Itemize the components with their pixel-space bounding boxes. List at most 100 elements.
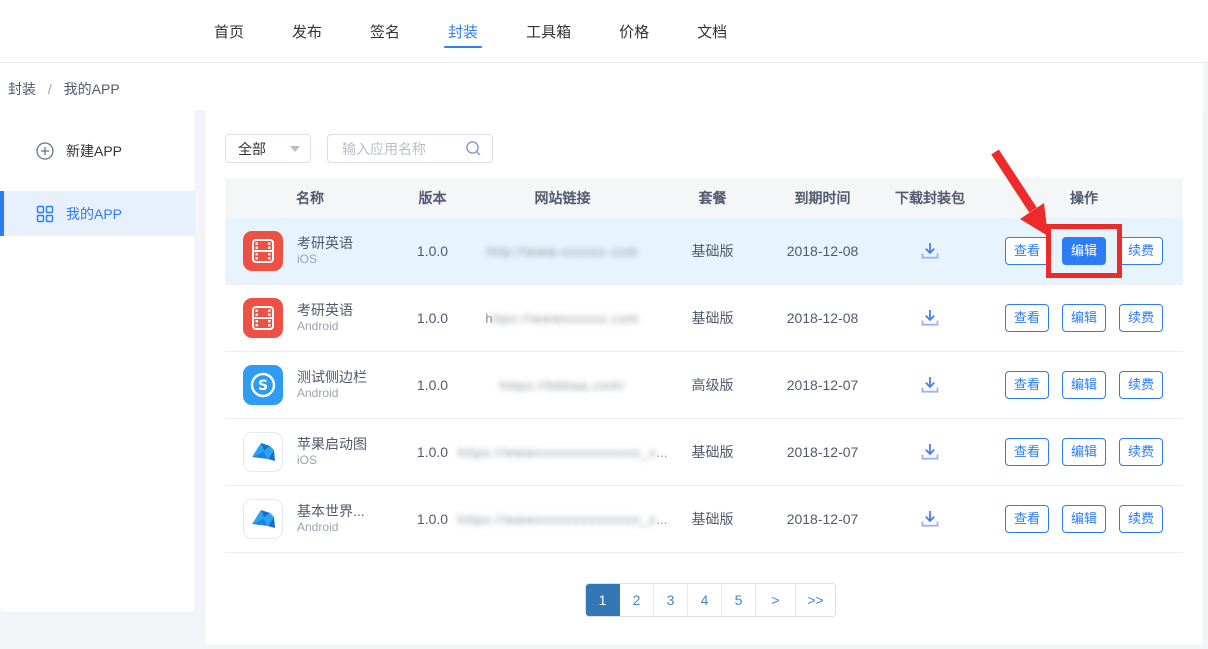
breadcrumb-parent[interactable]: 封装 — [8, 81, 36, 97]
nav-tabs: 首页发布签名封装工具箱价格文档 — [198, 0, 759, 62]
app-icon — [243, 298, 283, 338]
download-icon[interactable] — [919, 374, 941, 396]
action-button[interactable]: 编辑 — [1062, 438, 1106, 466]
column-header: 套餐 — [655, 188, 770, 208]
sidebar: 新建APP 我的APP — [0, 110, 195, 612]
action-button[interactable]: 编辑 — [1062, 371, 1106, 399]
app-icon — [243, 432, 283, 472]
download-icon[interactable] — [919, 441, 941, 463]
action-button[interactable]: 续费 — [1119, 505, 1163, 533]
table-row: 考研英语 iOS 1.0.0 http://www.xxxxxx.com 基础版… — [225, 218, 1183, 285]
app-name: 考研英语 — [297, 301, 353, 319]
nav-tab[interactable]: 文档 — [681, 0, 743, 62]
nav-tab[interactable]: 封装 — [432, 0, 494, 62]
expire-date: 2018-12-07 — [770, 377, 875, 393]
app-name: 测试侧边栏 — [297, 368, 367, 386]
grid-icon — [36, 205, 54, 223]
sidebar-item-label: 我的APP — [66, 204, 122, 224]
app-platform: Android — [297, 520, 365, 536]
nav-tab[interactable]: 首页 — [198, 0, 260, 62]
app-version: 1.0.0 — [395, 310, 470, 326]
table-header: 名称版本网站链接套餐到期时间下载封装包操作 — [225, 178, 1183, 218]
breadcrumb-bar: 封装 / 我的APP — [0, 63, 1203, 110]
expire-date: 2018-12-08 — [770, 243, 875, 259]
page-button[interactable]: 5 — [722, 584, 756, 616]
app-icon — [243, 499, 283, 539]
app-name: 苹果启动图 — [297, 435, 367, 453]
expire-date: 2018-12-08 — [770, 310, 875, 326]
action-button[interactable]: 查看 — [1005, 505, 1049, 533]
page-button[interactable]: 2 — [620, 584, 654, 616]
sidebar-item-new-app[interactable]: 新建APP — [0, 128, 195, 173]
breadcrumb-current: 我的APP — [64, 81, 120, 97]
search-icon[interactable] — [465, 140, 482, 157]
main-panel: 全部 名称版本网站链接套餐到期时间下载封装包操作 考研英语 iOS 1.0.0 … — [205, 110, 1203, 645]
table-body: 考研英语 iOS 1.0.0 http://www.xxxxxx.com 基础版… — [225, 218, 1183, 553]
breadcrumb-separator: / — [48, 81, 52, 97]
nav-tab[interactable]: 发布 — [276, 0, 338, 62]
download-icon[interactable] — [919, 508, 941, 530]
expire-date: 2018-12-07 — [770, 444, 875, 460]
app-icon — [243, 231, 283, 271]
download-icon[interactable] — [919, 240, 941, 262]
table-row: S 测试侧边栏 Android 1.0.0 https://bbbaa.com/… — [225, 352, 1183, 419]
actions-cell: 查看编辑续费 — [1005, 237, 1163, 265]
table-row: 考研英语 Android 1.0.0 https://wwwxxxxxx.com… — [225, 285, 1183, 352]
table-row: 苹果启动图 iOS 1.0.0 https://wwwxxxxxxxxxxxxx… — [225, 419, 1183, 486]
action-button[interactable]: 续费 — [1119, 371, 1163, 399]
app-name: 考研英语 — [297, 234, 353, 252]
action-button[interactable]: 续费 — [1119, 438, 1163, 466]
actions-cell: 查看编辑续费 — [1005, 505, 1163, 533]
plan-badge: 基础版 — [655, 308, 770, 328]
filter-select-value: 全部 — [238, 139, 266, 159]
next-page-button[interactable]: > — [756, 584, 796, 616]
action-button[interactable]: 查看 — [1005, 371, 1049, 399]
column-header: 版本 — [395, 188, 470, 208]
action-button[interactable]: 查看 — [1005, 304, 1049, 332]
sidebar-item-label: 新建APP — [66, 141, 122, 161]
plus-circle-icon — [36, 142, 54, 160]
column-header: 操作 — [985, 188, 1183, 208]
app-platform: Android — [297, 319, 353, 335]
chevron-down-icon — [290, 146, 300, 152]
app-platform: iOS — [297, 453, 367, 469]
action-button[interactable]: 续费 — [1119, 237, 1163, 265]
page-button[interactable]: 1 — [586, 584, 620, 616]
breadcrumb: 封装 / 我的APP — [8, 79, 120, 99]
action-button[interactable]: 编辑 — [1062, 505, 1106, 533]
column-header: 名称 — [225, 188, 395, 208]
app-platform: iOS — [297, 252, 353, 268]
nav-tab[interactable]: 价格 — [603, 0, 665, 62]
sidebar-item-my-app[interactable]: 我的APP — [0, 191, 195, 236]
page-button[interactable]: 3 — [654, 584, 688, 616]
svg-text:S: S — [258, 378, 268, 394]
last-page-button[interactable]: >> — [796, 584, 835, 616]
nav-tab[interactable]: 签名 — [354, 0, 416, 62]
action-button[interactable]: 编辑 — [1062, 237, 1106, 265]
actions-cell: 查看编辑续费 — [1005, 371, 1163, 399]
top-navbar: 首页发布签名封装工具箱价格文档 — [0, 0, 1208, 63]
search-box — [327, 134, 493, 163]
nav-tab[interactable]: 工具箱 — [510, 0, 587, 62]
page-button[interactable]: 4 — [688, 584, 722, 616]
plan-badge: 高级版 — [655, 375, 770, 395]
download-icon[interactable] — [919, 307, 941, 329]
action-button[interactable]: 查看 — [1005, 237, 1049, 265]
action-button[interactable]: 续费 — [1119, 304, 1163, 332]
search-input[interactable] — [340, 140, 465, 158]
toolbar: 全部 — [225, 134, 493, 164]
app-version: 1.0.0 — [395, 377, 470, 393]
actions-cell: 查看编辑续费 — [1005, 304, 1163, 332]
plan-badge: 基础版 — [655, 509, 770, 529]
app-icon: S — [243, 365, 283, 405]
column-header: 网站链接 — [470, 188, 655, 208]
site-link: http://www.xxxxxx.com — [470, 244, 655, 259]
action-button[interactable]: 查看 — [1005, 438, 1049, 466]
actions-cell: 查看编辑续费 — [1005, 438, 1163, 466]
filter-select[interactable]: 全部 — [225, 134, 311, 163]
site-link: https://bbbaa.com/ — [470, 378, 655, 393]
site-link: https://wwwxxxxxxxxxxxxxx_x... — [470, 512, 655, 527]
app-platform: Android — [297, 386, 367, 402]
action-button[interactable]: 编辑 — [1062, 304, 1106, 332]
annotation-red-box: 编辑 — [1046, 224, 1122, 278]
